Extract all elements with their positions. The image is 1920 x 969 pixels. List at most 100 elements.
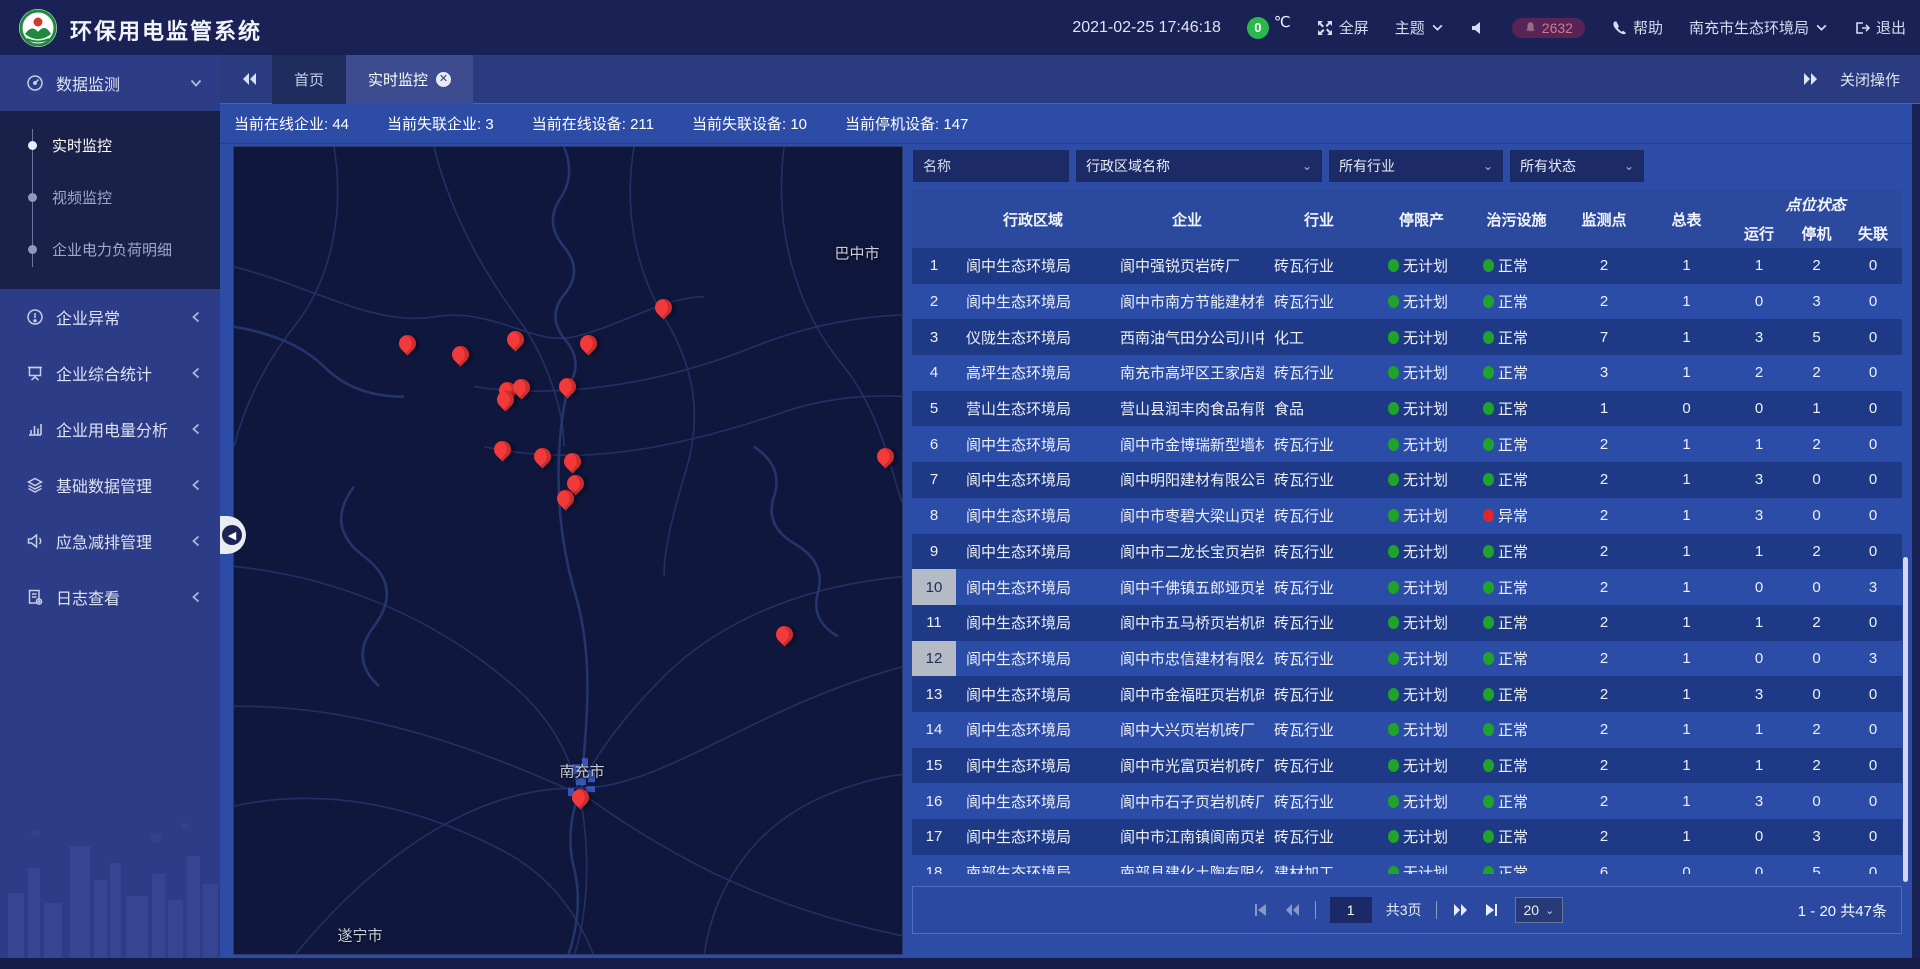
page-number-input[interactable] (1330, 897, 1372, 923)
cell-lost: 0 (1844, 855, 1902, 874)
sidebar-item-3[interactable]: 企业综合统计 (0, 345, 220, 401)
cell-monitor-points: 2 (1564, 426, 1644, 462)
name-filter-input[interactable] (913, 150, 1069, 182)
table-row[interactable]: 1阆中生态环境局阆中强锐页岩砖厂砖瓦行业无计划正常21120 (912, 248, 1902, 284)
cell-running: 1 (1729, 248, 1789, 284)
sidebar-item-7[interactable]: 日志查看 (0, 569, 220, 625)
table-row[interactable]: 14阆中生态环境局阆中大兴页岩机砖厂砖瓦行业无计划正常21120 (912, 712, 1902, 748)
column-header: 行业 (1264, 190, 1374, 248)
first-page-button[interactable] (1251, 902, 1269, 918)
table-row[interactable]: 16阆中生态环境局阆中市石子页岩机砖厂砖瓦行业无计划正常21300 (912, 783, 1902, 819)
next-page-icon (1452, 902, 1468, 918)
cell-lost: 0 (1844, 391, 1902, 427)
table-scrollbar[interactable] (1903, 557, 1908, 882)
sidebar-item-6[interactable]: 应急减排管理 (0, 513, 220, 569)
table-row[interactable]: 13阆中生态环境局阆中市金福旺页岩机砖砖瓦行业无计划正常21300 (912, 676, 1902, 712)
pagination-range-label: 1 - 20 共47条 (1798, 900, 1887, 921)
divider (1315, 901, 1316, 919)
cell-region: 南部生态环境局 (956, 855, 1110, 874)
cell-index: 13 (912, 676, 956, 712)
cell-stopped: 2 (1789, 605, 1844, 641)
table-row[interactable]: 2阆中生态环境局阆中市南方节能建材有砖瓦行业无计划正常21030 (912, 284, 1902, 320)
logout-button[interactable]: 退出 (1854, 17, 1906, 38)
status-dot-green (1388, 509, 1399, 522)
cell-limit-status: 无计划 (1374, 534, 1469, 570)
cell-region: 阆中生态环境局 (956, 284, 1110, 320)
cell-region: 阆中生态环境局 (956, 569, 1110, 605)
sidebar-item-5[interactable]: 基础数据管理 (0, 457, 220, 513)
region-filter-select[interactable]: 行政区域名称 ⌄ (1076, 150, 1322, 182)
tabs-scroll-left-button[interactable] (234, 64, 264, 94)
sidebar-subitem-2[interactable]: 视频监控 (0, 171, 220, 223)
cell-running: 1 (1729, 748, 1789, 784)
cell-company: 阆中市光富页岩机砖厂 (1110, 748, 1264, 784)
notification-badge[interactable]: 2632 (1512, 18, 1585, 38)
table-row[interactable]: 18南部生态环境局南部县建化土陶有限公建材加工无计划正常60050 (912, 855, 1902, 874)
cell-limit-status: 无计划 (1374, 498, 1469, 534)
table-row[interactable]: 3仪陇生态环境局西南油气田分公司川中化工无计划正常71350 (912, 319, 1902, 355)
sidebar-item-4[interactable]: 企业用电量分析 (0, 401, 220, 457)
status-filter-select[interactable]: 所有状态 ⌄ (1510, 150, 1644, 182)
status-dot-green (1483, 259, 1494, 272)
status-value: 44 (332, 116, 349, 133)
sidebar-subitem-3[interactable]: 企业电力负荷明细 (0, 223, 220, 275)
cell-limit-status: 无计划 (1374, 819, 1469, 855)
table-row[interactable]: 8阆中生态环境局阆中市枣碧大梁山页岩砖瓦行业无计划异常21300 (912, 498, 1902, 534)
status-dot-green (1483, 473, 1494, 486)
sidebar-item-2[interactable]: 企业异常 (0, 289, 220, 345)
cell-index: 15 (912, 748, 956, 784)
close-operations-button[interactable]: 关闭操作 (1840, 69, 1900, 90)
status-dot-green (1388, 473, 1399, 486)
next-page-button[interactable] (1451, 902, 1469, 918)
table-row[interactable]: 6阆中生态环境局阆中市金博瑞新型墙材砖瓦行业无计划正常21120 (912, 426, 1902, 462)
tab-close-icon[interactable]: ✕ (436, 72, 451, 87)
last-page-button[interactable] (1483, 902, 1501, 918)
prev-page-button[interactable] (1283, 902, 1301, 918)
cell-treatment-status: 正常 (1469, 605, 1564, 641)
cell-treatment-status: 正常 (1469, 783, 1564, 819)
table-row[interactable]: 17阆中生态环境局阆中市江南镇阆南页岩砖瓦行业无计划正常21030 (912, 819, 1902, 855)
status-dot-green (1388, 259, 1399, 272)
table-row[interactable]: 11阆中生态环境局阆中市五马桥页岩机砖砖瓦行业无计划正常21120 (912, 605, 1902, 641)
industry-filter-select[interactable]: 所有行业 ⌄ (1329, 150, 1503, 182)
cell-index: 14 (912, 712, 956, 748)
table-row[interactable]: 4高坪生态环境局南充市高坪区王家店建砖瓦行业无计划正常31220 (912, 355, 1902, 391)
table-row[interactable]: 5营山生态环境局营山县润丰肉食品有限食品无计划正常10010 (912, 391, 1902, 427)
sidebar-item-label: 企业异常 (56, 305, 190, 329)
cell-stopped: 0 (1789, 569, 1844, 605)
tab-1[interactable]: 首页 (272, 55, 346, 104)
table-row[interactable]: 12阆中生态环境局阆中市忠信建材有限公砖瓦行业无计划正常21003 (912, 641, 1902, 677)
cell-monitor-points: 6 (1564, 855, 1644, 874)
cell-meters: 1 (1644, 819, 1729, 855)
table-row[interactable]: 7阆中生态环境局阆中明阳建材有限公司砖瓦行业无计划正常21300 (912, 462, 1902, 498)
cell-limit-status: 无计划 (1374, 855, 1469, 874)
cell-treatment-status: 正常 (1469, 712, 1564, 748)
sidebar-subitem-1[interactable]: 实时监控 (0, 119, 220, 171)
tab-2[interactable]: 实时监控✕ (346, 55, 473, 104)
map-panel[interactable]: 巴中市南充市遂宁市 (233, 146, 903, 955)
sidebar-item-1[interactable]: 数据监测 (0, 55, 220, 111)
temperature-unit: ℃ (1274, 13, 1291, 31)
cell-treatment-status: 正常 (1469, 355, 1564, 391)
page-size-select[interactable]: 20 ⌄ (1515, 897, 1564, 923)
table-row[interactable]: 10阆中生态环境局阆中千佛镇五郎垭页岩砖瓦行业无计划正常21003 (912, 569, 1902, 605)
cell-limit-status: 无计划 (1374, 569, 1469, 605)
mute-button[interactable] (1470, 20, 1486, 36)
status-value: 3 (485, 116, 493, 133)
cell-limit-status: 无计划 (1374, 605, 1469, 641)
cell-region: 阆中生态环境局 (956, 605, 1110, 641)
table-row[interactable]: 15阆中生态环境局阆中市光富页岩机砖厂砖瓦行业无计划正常21120 (912, 748, 1902, 784)
gauge-icon (26, 74, 44, 92)
cell-running: 0 (1729, 855, 1789, 874)
cell-company: 阆中市忠信建材有限公 (1110, 641, 1264, 677)
cell-index: 12 (912, 641, 956, 677)
help-button[interactable]: 帮助 (1611, 17, 1663, 38)
table-row[interactable]: 9阆中生态环境局阆中市二龙长宝页岩砖砖瓦行业无计划正常21120 (912, 534, 1902, 570)
cell-region: 阆中生态环境局 (956, 462, 1110, 498)
theme-dropdown[interactable]: 主题 (1395, 17, 1444, 38)
status-dot-green (1388, 581, 1399, 594)
fullscreen-button[interactable]: 全屏 (1317, 17, 1369, 38)
double-chevron-right-icon[interactable] (1802, 71, 1818, 87)
cell-limit-status: 无计划 (1374, 748, 1469, 784)
org-dropdown[interactable]: 南充市生态环境局 (1689, 17, 1828, 38)
